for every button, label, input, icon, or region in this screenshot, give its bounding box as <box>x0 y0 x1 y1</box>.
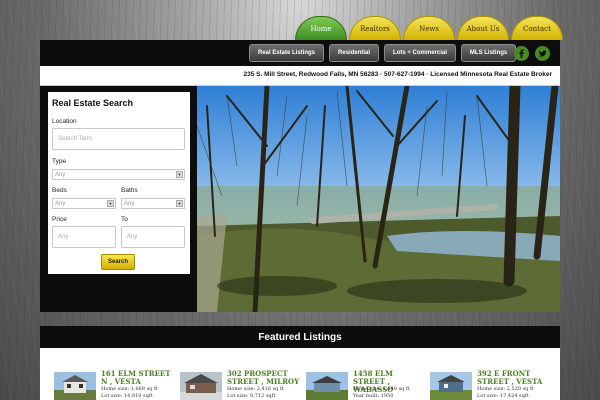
listing-home-size: Home size: 2,416 sq ft <box>227 386 284 392</box>
listing-card[interactable]: 161 ELM STREET N , VESTA Home size: 1,66… <box>54 370 174 400</box>
location-label: Location <box>52 118 77 125</box>
listing-title[interactable]: 392 E FRONT STREET , VESTA <box>477 370 551 386</box>
office-address: 235 S. Mill Street, Redwood Falls, MN 56… <box>243 71 552 78</box>
price-label: Price <box>52 216 67 223</box>
nav-lots-commercial[interactable]: Lots + Commercial <box>384 44 456 62</box>
listing-title[interactable]: 161 ELM STREET N , VESTA <box>101 370 175 386</box>
price-from-input[interactable]: Any <box>52 226 116 248</box>
baths-select-value: Any <box>124 200 135 207</box>
nav-real-estate-listings[interactable]: Real Estate Listings <box>249 44 325 62</box>
type-select-value: Any <box>55 171 66 178</box>
location-search-input[interactable]: Search Term <box>52 128 185 150</box>
listing-title[interactable]: 302 PROSPECT STREET , MILROY <box>227 370 301 386</box>
tab-about-us[interactable]: About Us <box>457 16 509 40</box>
type-label: Type <box>52 158 67 165</box>
top-navigation: Home Realtors News About Us Contact <box>295 16 563 40</box>
site-header: Real Estate Listings Residential Lots + … <box>40 40 560 66</box>
search-panel-title: Real Estate Search <box>52 98 134 108</box>
hero-landscape-image <box>197 86 560 312</box>
real-estate-search-panel: Real Estate Search Location Search Term … <box>48 92 190 274</box>
facebook-icon[interactable] <box>514 46 529 61</box>
type-select[interactable]: Any ▼ <box>52 169 185 180</box>
tab-realtors[interactable]: Realtors <box>349 16 401 40</box>
twitter-icon[interactable] <box>535 46 550 61</box>
listing-card[interactable]: 1458 ELM STREET , WABASSO Home size: 1,4… <box>306 370 426 400</box>
baths-label: Baths <box>121 187 138 194</box>
tab-home[interactable]: Home <box>295 16 347 40</box>
listing-home-size: Home size: 1,668 sq ft <box>101 386 158 392</box>
baths-select[interactable]: Any ▼ <box>121 198 185 209</box>
listing-lot-size: Lot size: 17,424 sqft <box>477 393 529 399</box>
nav-mls-listings[interactable]: MLS Listings <box>460 44 517 62</box>
search-button[interactable]: Search <box>101 254 135 270</box>
listing-card[interactable]: 302 PROSPECT STREET , MILROY Home size: … <box>180 370 300 400</box>
beds-select[interactable]: Any ▼ <box>52 198 116 209</box>
chevron-down-icon: ▼ <box>176 171 183 178</box>
listing-year-built: Year built: 1950 <box>353 393 394 399</box>
beds-select-value: Any <box>55 200 66 207</box>
listing-photo <box>430 372 472 400</box>
listing-photo <box>180 372 222 400</box>
address-bar: 235 S. Mill Street, Redwood Falls, MN 56… <box>40 66 560 86</box>
price-to-label: To <box>121 216 128 223</box>
beds-label: Beds <box>52 187 67 194</box>
listing-card[interactable]: 392 E FRONT STREET , VESTA Home size: 2,… <box>430 370 550 400</box>
listing-photo <box>54 372 96 400</box>
listing-photo <box>306 372 348 400</box>
tab-contact[interactable]: Contact <box>511 16 563 40</box>
tab-news[interactable]: News <box>403 16 455 40</box>
price-to-input[interactable]: Any <box>121 226 185 248</box>
sub-navigation: Real Estate Listings Residential Lots + … <box>249 44 517 62</box>
chevron-down-icon: ▼ <box>107 200 114 207</box>
chevron-down-icon: ▼ <box>176 200 183 207</box>
listing-home-size: Home size: 1,440 sq ft <box>353 386 410 392</box>
featured-listings-heading: Featured Listings <box>40 326 560 348</box>
listing-lot-size: Lot size: 14,810 sqft <box>101 393 153 399</box>
featured-listings: 161 ELM STREET N , VESTA Home size: 1,66… <box>40 348 560 400</box>
nav-residential[interactable]: Residential <box>329 44 380 62</box>
listing-lot-size: Lot size: 8,712 sqft <box>227 393 276 399</box>
listing-home-size: Home size: 2,520 sq ft <box>477 386 534 392</box>
